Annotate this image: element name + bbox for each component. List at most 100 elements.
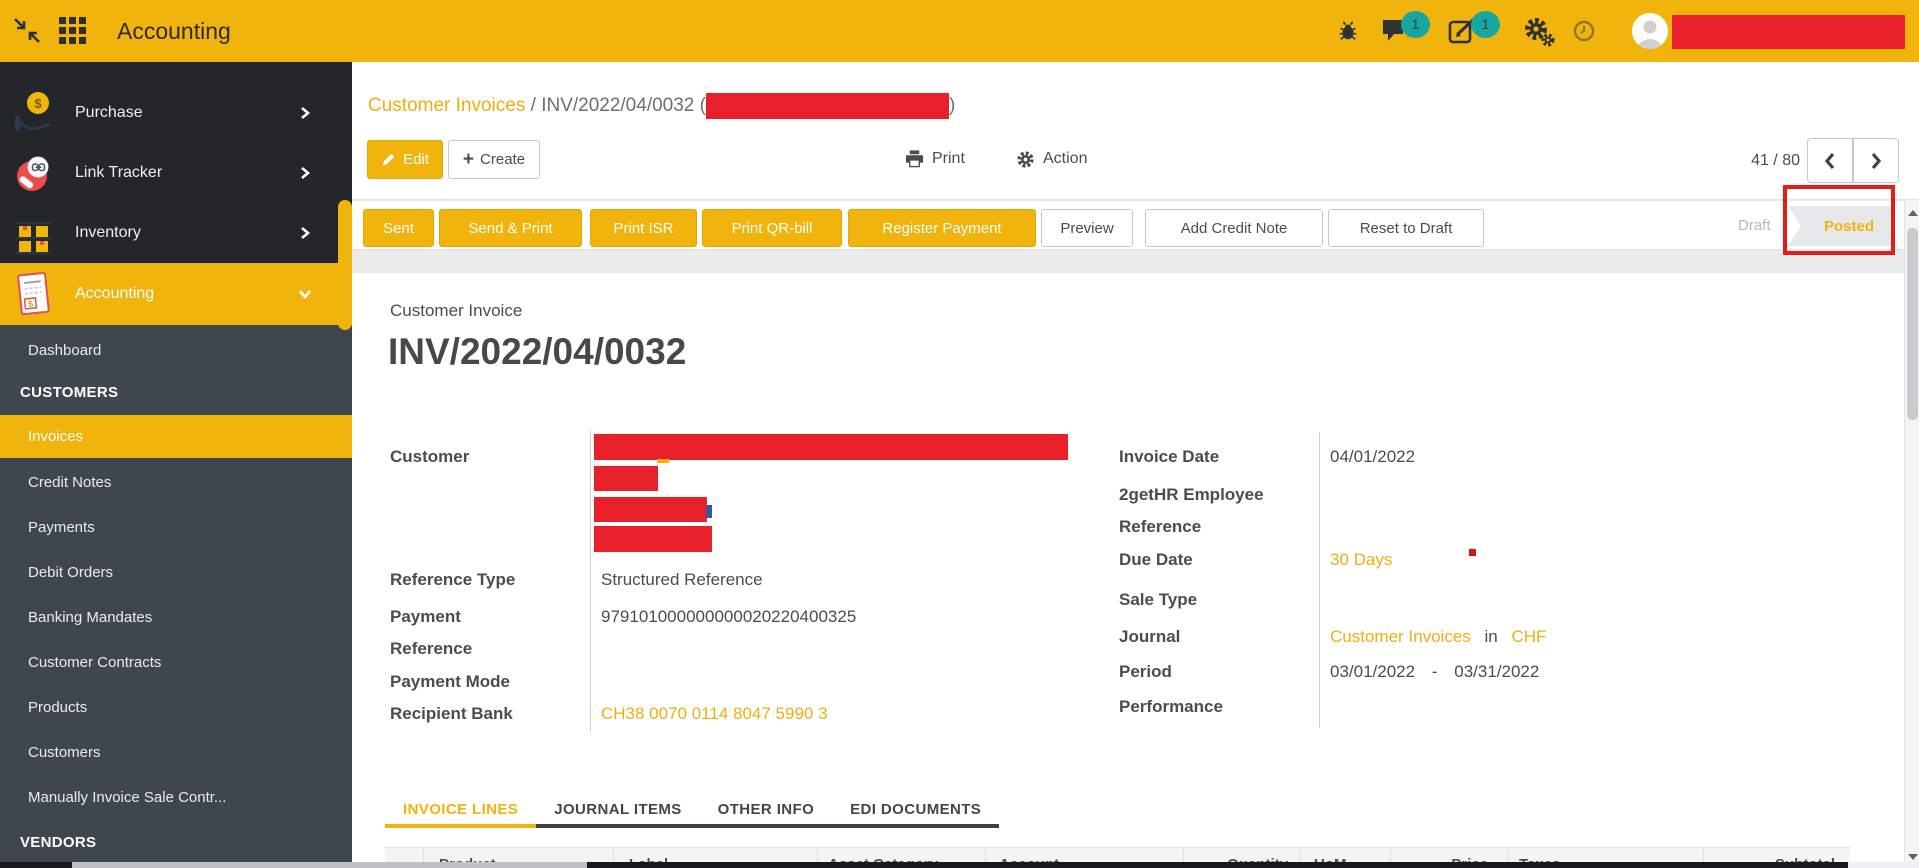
scroll-up-arrow-icon[interactable] bbox=[1908, 210, 1918, 216]
sidebar-item-label: Link Tracker bbox=[75, 164, 163, 181]
sidebar-item-customer-contracts[interactable]: Customer Contracts bbox=[0, 645, 352, 681]
clock-icon[interactable] bbox=[1572, 19, 1596, 43]
pager-previous-button[interactable] bbox=[1807, 138, 1853, 183]
journal-in-text: in bbox=[1484, 627, 1498, 646]
pager-next-button[interactable] bbox=[1853, 138, 1899, 183]
reference-type-field-label: Reference Type bbox=[390, 570, 516, 589]
apps-grid-icon[interactable] bbox=[59, 17, 89, 45]
redaction-block-customer-address-2 bbox=[594, 497, 707, 522]
sidebar-item-invoices[interactable]: Invoices bbox=[0, 415, 352, 458]
breadcrumb-parent-link[interactable]: Customer Invoices bbox=[368, 95, 525, 117]
send-and-print-button[interactable]: Send & Print bbox=[439, 209, 582, 247]
redaction-artifact-text-sliver bbox=[706, 505, 712, 518]
print-button-label: Print bbox=[932, 150, 965, 167]
breadcrumb-paren-open: ( bbox=[694, 95, 706, 116]
reset-to-draft-button[interactable]: Reset to Draft bbox=[1328, 209, 1484, 247]
sidebar-item-customers[interactable]: Customers bbox=[0, 735, 352, 771]
scroll-down-arrow-icon[interactable] bbox=[1908, 854, 1918, 860]
invoice-form-sheet: Customer Invoice INV/2022/04/0032 Custom… bbox=[352, 273, 1904, 868]
recipient-bank-link[interactable]: CH38 0070 0114 8047 5990 3 bbox=[601, 704, 828, 723]
payment-reference-value: 979101000000000020220400325 bbox=[601, 607, 857, 626]
accounting-icon: $ bbox=[17, 271, 50, 316]
sidebar-item-payments[interactable]: Payments bbox=[0, 510, 352, 546]
annotation-red-dot bbox=[1469, 549, 1476, 556]
sidebar-item-purchase[interactable]: $ Purchase bbox=[0, 83, 352, 143]
field-separator-line bbox=[1319, 432, 1320, 728]
sidebar-item-products[interactable]: Products bbox=[0, 690, 352, 726]
edit-button[interactable]: Edit bbox=[367, 140, 443, 179]
svg-text:$: $ bbox=[28, 299, 34, 309]
statusbar: Sent Send & Print Print ISR Print QR-bil… bbox=[352, 200, 1919, 250]
action-button-label: Action bbox=[1043, 150, 1088, 167]
breadcrumb: Customer Invoices / INV/2022/04/0032 () bbox=[368, 92, 955, 120]
horizontal-scrollbar-thumb[interactable] bbox=[72, 862, 587, 868]
horizontal-scrollbar[interactable] bbox=[0, 862, 1919, 868]
chevron-left-icon bbox=[1824, 152, 1835, 169]
tab-edi-documents[interactable]: EDI DOCUMENTS bbox=[832, 795, 1000, 828]
payment-mode-field-label: Payment Mode bbox=[390, 672, 510, 691]
sidebar-section-customers: CUSTOMERS bbox=[20, 384, 119, 401]
sidebar: $ Purchase Link Tracker Inventory $ Acco… bbox=[0, 62, 352, 868]
sidebar-item-banking-mandates[interactable]: Banking Mandates bbox=[0, 600, 352, 636]
tab-invoice-lines[interactable]: INVOICE LINES bbox=[385, 795, 537, 828]
chevron-right-icon bbox=[1871, 152, 1882, 169]
chevron-right-icon bbox=[301, 167, 311, 179]
tab-journal-items[interactable]: JOURNAL ITEMS bbox=[536, 795, 700, 828]
redaction-artifact-link-underline bbox=[657, 459, 669, 463]
compress-icon[interactable] bbox=[13, 17, 41, 44]
page-title: INV/2022/04/0032 bbox=[388, 331, 687, 372]
sidebar-item-inventory[interactable]: Inventory bbox=[0, 203, 352, 263]
currency-link[interactable]: CHF bbox=[1511, 627, 1546, 646]
add-credit-note-button[interactable]: Add Credit Note bbox=[1145, 209, 1323, 247]
sidebar-item-accounting[interactable]: $ Accounting bbox=[0, 263, 352, 325]
messages-badge[interactable]: 1 bbox=[1401, 11, 1430, 38]
sent-button[interactable]: Sent bbox=[363, 209, 434, 247]
employee-reference-field-label: 2getHR Employee Reference bbox=[1119, 485, 1264, 536]
sidebar-item-dashboard[interactable]: Dashboard bbox=[0, 333, 352, 369]
redaction-block-customer-address-3 bbox=[594, 526, 712, 552]
settings-gears-icon[interactable] bbox=[1524, 16, 1556, 48]
print-qr-bill-button[interactable]: Print QR-bill bbox=[702, 209, 842, 247]
preview-button[interactable]: Preview bbox=[1041, 209, 1133, 247]
recipient-bank-field-label: Recipient Bank bbox=[390, 704, 513, 723]
print-button[interactable]: Print bbox=[905, 147, 965, 171]
tab-other-info[interactable]: OTHER INFO bbox=[699, 795, 833, 828]
reference-type-value: Structured Reference bbox=[601, 570, 763, 589]
customer-field-label: Customer bbox=[390, 447, 470, 466]
sidebar-item-label: Accounting bbox=[75, 285, 155, 302]
vertical-scrollbar[interactable] bbox=[1904, 200, 1919, 868]
pager-value[interactable]: 41 / 80 bbox=[1712, 138, 1800, 183]
print-isr-button[interactable]: Print ISR bbox=[590, 209, 697, 247]
avatar[interactable] bbox=[1632, 13, 1668, 49]
sidebar-scrollbar-thumb[interactable] bbox=[338, 200, 352, 330]
app-title: Accounting bbox=[117, 18, 231, 44]
action-button[interactable]: Action bbox=[1016, 147, 1087, 171]
topbar: Accounting 1 1 bbox=[0, 0, 1919, 62]
chevron-right-icon bbox=[301, 227, 311, 239]
vertical-scrollbar-thumb[interactable] bbox=[1907, 228, 1918, 420]
period-dash: - bbox=[1431, 662, 1438, 681]
user-silhouette-icon bbox=[1632, 13, 1668, 49]
sidebar-item-label: Inventory bbox=[75, 224, 141, 241]
inventory-icon bbox=[16, 221, 52, 255]
sale-type-field-label: Sale Type bbox=[1119, 590, 1198, 609]
redaction-block-username bbox=[1672, 15, 1905, 49]
due-date-link[interactable]: 30 Days bbox=[1330, 550, 1392, 569]
bug-icon[interactable] bbox=[1337, 19, 1359, 43]
annotation-red-box bbox=[1783, 185, 1895, 255]
field-separator-line bbox=[590, 430, 591, 732]
sidebar-item-credit-notes[interactable]: Credit Notes bbox=[0, 465, 352, 501]
journal-link[interactable]: Customer Invoices bbox=[1330, 627, 1471, 646]
chevron-right-icon bbox=[301, 107, 311, 119]
notebook-tabs: INVOICE LINES JOURNAL ITEMS OTHER INFO E… bbox=[385, 795, 1000, 828]
activities-badge[interactable]: 1 bbox=[1471, 11, 1500, 38]
sidebar-item-debit-orders[interactable]: Debit Orders bbox=[0, 555, 352, 591]
state-draft[interactable]: Draft bbox=[1738, 201, 1771, 251]
register-payment-button[interactable]: Register Payment bbox=[848, 209, 1036, 247]
svg-text:$: $ bbox=[34, 96, 42, 111]
create-button[interactable]: + Create bbox=[448, 140, 540, 179]
link-tracker-icon bbox=[17, 156, 49, 191]
redaction-block-customer-name bbox=[594, 434, 1068, 460]
sidebar-item-link-tracker[interactable]: Link Tracker bbox=[0, 143, 352, 203]
sidebar-item-manually-invoice-sale-contracts[interactable]: Manually Invoice Sale Contr... bbox=[0, 780, 352, 816]
